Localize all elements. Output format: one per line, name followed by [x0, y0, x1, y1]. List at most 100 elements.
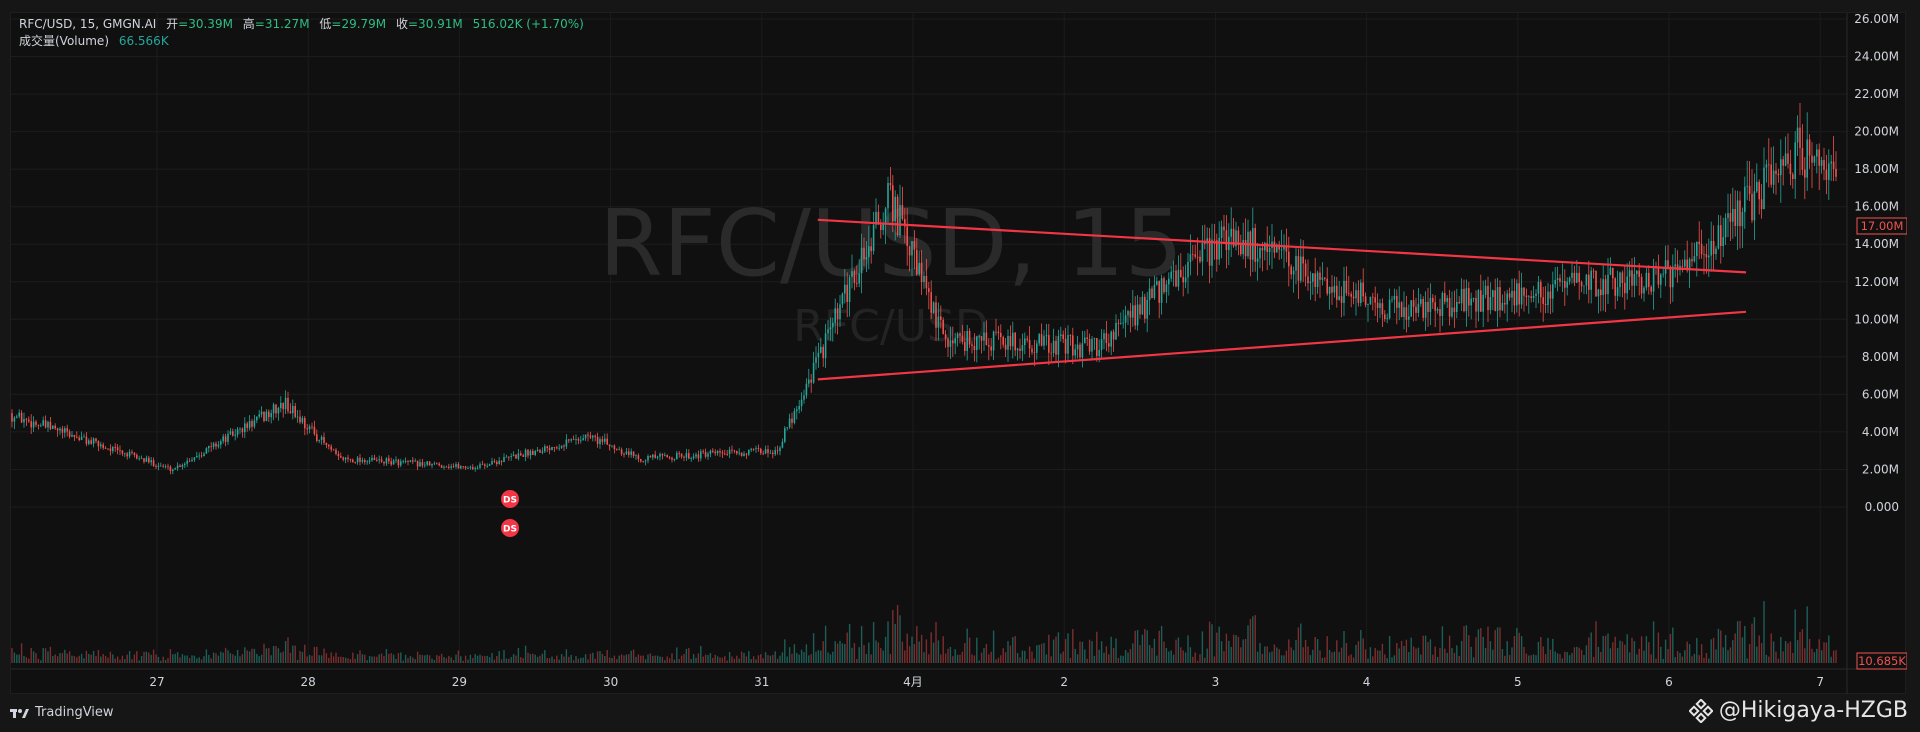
candle-body	[145, 457, 148, 462]
candle-body	[1672, 266, 1674, 288]
volume-bar	[1110, 636, 1112, 663]
candle-body	[1256, 258, 1259, 262]
volume-bar	[133, 654, 136, 663]
candle-body	[906, 226, 908, 247]
candle-body	[1501, 302, 1504, 311]
volume-bar	[1580, 649, 1583, 663]
volume-bar	[260, 654, 263, 663]
candle-body	[176, 465, 179, 469]
candle-body	[1554, 280, 1556, 285]
volume-bar	[143, 651, 145, 663]
candle-body	[1057, 336, 1060, 355]
candle-body	[1261, 247, 1264, 251]
volume-bar	[1096, 631, 1098, 663]
volume-bar	[436, 655, 438, 663]
volume-bar	[47, 651, 49, 663]
candle-body	[1674, 264, 1676, 267]
volume-bar	[409, 656, 412, 663]
candle-body	[472, 467, 474, 470]
price-scale[interactable]: 26.00M24.00M22.00M20.00M18.00M16.00M14.0…	[1846, 12, 1899, 695]
candle-body	[1451, 307, 1453, 317]
candle-body	[42, 420, 44, 426]
candle-body	[395, 459, 397, 461]
candle-body	[210, 446, 212, 447]
candle-body	[35, 421, 37, 425]
volume-tag-text: 10.685K	[1858, 654, 1906, 668]
volume-bar	[359, 650, 361, 663]
volume-bar	[745, 656, 748, 663]
candle-body	[544, 446, 546, 452]
volume-bar	[920, 634, 923, 663]
volume-bar	[1160, 625, 1163, 663]
ds-marker-1[interactable]: DS	[501, 490, 519, 508]
candle-body	[1175, 270, 1177, 287]
volume-bar	[721, 657, 724, 663]
candle-body	[985, 332, 988, 345]
candle-body	[510, 456, 512, 458]
candle-body	[894, 196, 896, 222]
volume-bar	[1000, 655, 1002, 663]
candle-body	[1506, 293, 1508, 305]
volume-bar	[20, 643, 23, 663]
volume-bar	[184, 655, 186, 663]
volume-bar	[688, 647, 690, 663]
volume-bar	[244, 647, 246, 663]
price-chart[interactable]: RFC/USD, 15 RFC/USD DS DS 26.00M24.00M22…	[11, 12, 1908, 695]
volume-bar	[32, 651, 35, 663]
candle-body	[467, 468, 469, 469]
volume-bar	[697, 653, 700, 663]
volume-bar	[136, 651, 138, 663]
candle-body	[1616, 287, 1619, 296]
volume-bar	[1261, 653, 1264, 663]
candle-body	[37, 424, 40, 426]
volume-bar	[1412, 646, 1415, 663]
volume-bar	[1148, 645, 1151, 663]
volume-bar	[848, 624, 851, 663]
candle-body	[1715, 248, 1717, 255]
candle-body	[371, 457, 373, 461]
symbol-label[interactable]: RFC/USD, 15, GMGN.AI	[19, 17, 156, 31]
time-scale[interactable]: 27 28 29 30 31 4月 2 3 4 5 6 7	[11, 668, 1907, 689]
volume-bar	[1520, 636, 1523, 663]
volume-bar	[563, 656, 565, 663]
volume-bar	[769, 655, 772, 663]
candle-body	[788, 418, 791, 428]
volume-bar	[1518, 632, 1520, 663]
candle-body	[32, 421, 35, 428]
volume-bar	[1751, 623, 1753, 663]
chart-panel[interactable]: RFC/USD, 15 RFC/USD DS DS 26.00M 24.00M 22…	[10, 12, 1908, 695]
candle-body	[1736, 200, 1739, 226]
volume-bar	[68, 651, 71, 663]
volume-bar	[1252, 616, 1254, 663]
ds-marker-2[interactable]: DS	[501, 519, 519, 537]
volume-bar	[1031, 651, 1033, 663]
candle-body	[1458, 301, 1460, 304]
candle-body	[1624, 282, 1626, 294]
candle-body	[128, 451, 131, 457]
volume-bar	[961, 651, 964, 663]
candle-body	[1590, 270, 1592, 290]
volume-bar	[601, 653, 604, 663]
candle-body	[1000, 332, 1002, 337]
candle-body	[1429, 297, 1432, 312]
candle-body	[330, 446, 332, 450]
volume-bar	[532, 653, 534, 663]
candle-body	[1343, 280, 1345, 303]
candle-body	[702, 451, 704, 453]
volume-label[interactable]: 成交量(Volume)	[19, 34, 109, 48]
tradingview-logo[interactable]: TradingView	[10, 705, 114, 720]
candle-body	[786, 427, 788, 429]
volume-bar	[1266, 646, 1268, 663]
volume-bar	[121, 655, 124, 663]
volume-bar	[1592, 656, 1595, 663]
markers[interactable]: DS DS	[501, 490, 519, 537]
volume-bar	[344, 657, 347, 663]
volume-bar	[1772, 641, 1775, 663]
candle-body	[1384, 314, 1386, 319]
volume-bar	[637, 654, 640, 663]
volume-bar	[54, 654, 56, 663]
candle-body	[61, 428, 64, 433]
candle-body	[892, 185, 894, 222]
candle-body	[496, 461, 498, 465]
candle-body	[30, 421, 32, 428]
